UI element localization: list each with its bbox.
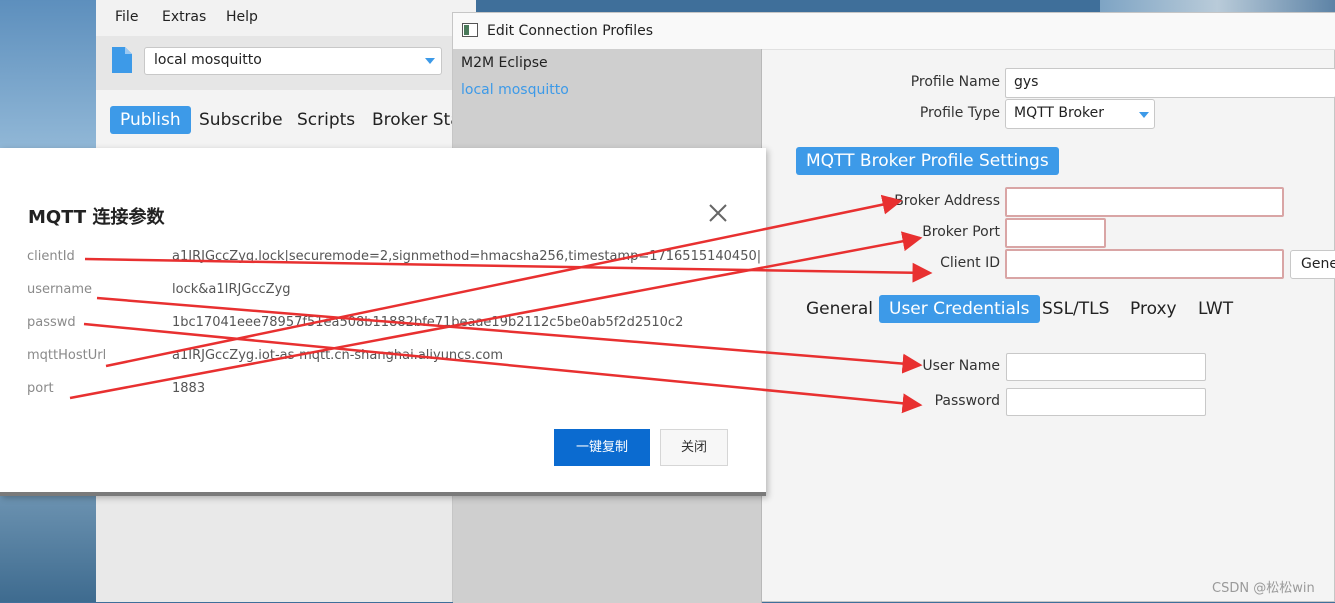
menu-bar: File Extras Help	[96, 0, 476, 36]
profile-type-value: MQTT Broker	[1014, 105, 1105, 121]
subtab-lwt[interactable]: LWT	[1188, 295, 1243, 323]
dialog-title: MQTT 连接参数	[28, 207, 165, 228]
profile-type-label: Profile Type	[919, 105, 1000, 121]
param-key-clientid: clientId	[27, 249, 75, 264]
subtab-general[interactable]: General	[796, 295, 883, 323]
broker-port-label: Broker Port	[922, 224, 1000, 240]
subtab-ssl-tls[interactable]: SSL/TLS	[1032, 295, 1119, 323]
menu-extras[interactable]: Extras	[162, 9, 206, 25]
menu-help[interactable]: Help	[226, 9, 258, 25]
param-key-passwd: passwd	[27, 315, 76, 330]
param-key-mqtthosturl: mqttHostUrl	[27, 348, 107, 363]
profile-type-select[interactable]: MQTT Broker	[1005, 99, 1155, 129]
window-title: Edit Connection Profiles	[487, 23, 654, 39]
profile-select-value: local mosquitto	[154, 52, 262, 68]
param-key-username: username	[27, 282, 92, 297]
param-value-port: 1883	[172, 381, 206, 396]
param-key-port: port	[27, 381, 54, 396]
subtab-user-credentials[interactable]: User Credentials	[879, 295, 1040, 323]
window-titlebar: Edit Connection Profiles	[453, 13, 1335, 50]
profile-item-local-mosquitto[interactable]: local mosquitto	[461, 82, 569, 98]
param-value-clientid: a1IRJGccZyg.lock|securemode=2,signmethod…	[172, 249, 762, 264]
user-name-field[interactable]	[1006, 353, 1206, 381]
chevron-down-icon	[1139, 112, 1149, 118]
section-title: MQTT Broker Profile Settings	[796, 147, 1059, 175]
chevron-down-icon	[425, 58, 435, 64]
user-name-label: User Name	[922, 358, 1000, 374]
profile-name-label: Profile Name	[910, 74, 1000, 90]
generate-client-id-button[interactable]: Gene	[1290, 250, 1335, 279]
profile-name-field[interactable]: gys	[1005, 68, 1335, 98]
param-value-username: lock&a1IRJGccZyg	[172, 282, 291, 297]
broker-port-field[interactable]	[1005, 218, 1106, 248]
profile-item-m2m-eclipse[interactable]: M2M Eclipse	[461, 55, 548, 71]
param-value-mqtthosturl: a1IRJGccZyg.iot-as-mqtt.cn-shanghai.aliy…	[172, 348, 503, 363]
watermark: CSDN @松松win	[1212, 581, 1315, 596]
toolbar: local mosquitto	[96, 36, 476, 91]
client-id-label: Client ID	[940, 255, 1000, 271]
close-button[interactable]: 关闭	[660, 429, 728, 466]
password-label: Password	[934, 393, 1000, 409]
broker-address-label: Broker Address	[894, 193, 1000, 209]
document-icon[interactable]	[110, 46, 134, 74]
main-tabs: Publish Subscribe Scripts Broker Sta	[96, 90, 476, 148]
tab-publish[interactable]: Publish	[110, 106, 191, 134]
param-value-passwd: 1bc17041eee78957f51ea508b11882bfe71beaae…	[172, 315, 684, 330]
tab-scripts[interactable]: Scripts	[287, 106, 365, 134]
password-field[interactable]	[1006, 388, 1206, 416]
broker-address-field[interactable]	[1005, 187, 1284, 217]
copy-all-button[interactable]: 一键复制	[554, 429, 650, 466]
desktop-wallpaper-strip	[1100, 0, 1335, 12]
tab-subscribe[interactable]: Subscribe	[189, 106, 293, 134]
mqtt-params-dialog: MQTT 连接参数 clientId a1IRJGccZyg.lock|secu…	[0, 148, 766, 496]
menu-file[interactable]: File	[115, 9, 138, 25]
subtab-proxy[interactable]: Proxy	[1120, 295, 1187, 323]
profile-select[interactable]: local mosquitto	[144, 47, 442, 75]
client-id-field[interactable]	[1005, 249, 1284, 279]
window-icon	[462, 23, 478, 37]
close-icon[interactable]	[709, 204, 727, 222]
